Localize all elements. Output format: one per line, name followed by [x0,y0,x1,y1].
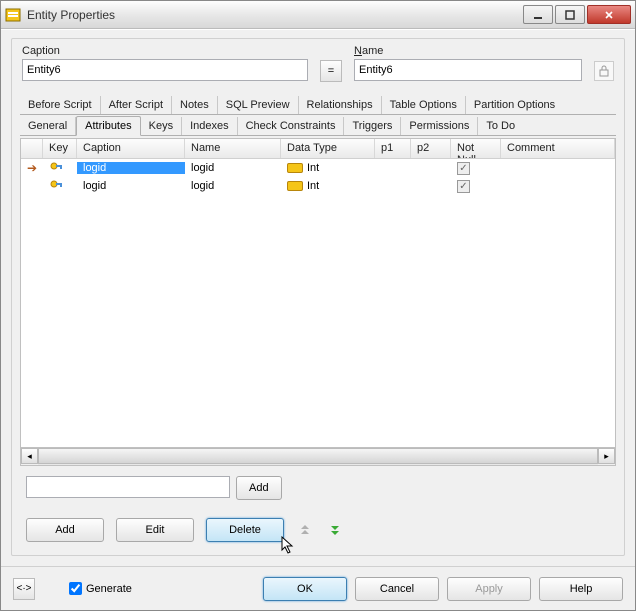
tab-sql-preview[interactable]: SQL Preview [218,96,299,114]
col-name[interactable]: Name [185,139,281,158]
tabs-area: Before ScriptAfter ScriptNotesSQL Previe… [20,94,616,136]
col-notnull[interactable]: Not Null [451,139,501,158]
tab-permissions[interactable]: Permissions [401,117,478,135]
scroll-thumb[interactable] [38,448,598,464]
caption-group: Caption [22,45,308,82]
scroll-right-button[interactable]: ▸ [598,448,615,464]
tab-to-do[interactable]: To Do [478,117,523,135]
caption-input[interactable] [22,59,308,81]
content-area: Caption = Name Before ScriptAfter Script… [1,29,635,610]
close-button[interactable] [587,5,631,24]
name-lock-button[interactable] [594,61,614,81]
delete-button[interactable]: Delete [206,518,284,542]
action-row: Add Edit Delete [26,518,610,542]
caption-name-row: Caption = Name [12,39,624,86]
caption-label: Caption [22,45,308,57]
grid-body[interactable]: ➔logidlogidInt✓logidlogidInt✓ [21,159,615,447]
add-button[interactable]: Add [26,518,104,542]
app-icon [5,7,21,23]
expand-button[interactable]: <·> [13,578,35,600]
maximize-button[interactable] [555,5,585,24]
key-icon [43,161,77,175]
col-p2[interactable]: p2 [411,139,451,158]
col-p1[interactable]: p1 [375,139,411,158]
move-down-button[interactable] [326,521,344,539]
attributes-grid: Key Caption Name Data Type p1 p2 Not Nul… [20,138,616,466]
tab-general[interactable]: General [20,117,76,135]
table-row[interactable]: ➔logidlogidInt✓ [21,159,615,177]
inline-add-input[interactable] [26,476,230,498]
titlebar[interactable]: Entity Properties [1,1,635,29]
cell-caption: logid [77,180,185,192]
grid-header: Key Caption Name Data Type p1 p2 Not Nul… [21,139,615,159]
dialog-window: Entity Properties Caption = Name [0,0,636,611]
col-caption[interactable]: Caption [77,139,185,158]
col-indicator[interactable] [21,139,43,158]
col-comment[interactable]: Comment [501,139,615,158]
apply-button[interactable]: Apply [447,577,531,601]
col-key[interactable]: Key [43,139,77,158]
tab-row-lower: GeneralAttributesKeysIndexesCheck Constr… [20,115,616,136]
cell-notnull: ✓ [451,162,501,175]
name-group: Name [354,45,582,82]
cancel-button[interactable]: Cancel [355,577,439,601]
cell-notnull: ✓ [451,180,501,193]
tab-attributes[interactable]: Attributes [76,116,140,136]
ok-button[interactable]: OK [263,577,347,601]
inner-panel: Caption = Name Before ScriptAfter Script… [11,38,625,556]
tab-after-script[interactable]: After Script [101,96,172,114]
generate-label: Generate [86,583,132,595]
cell-caption: logid [77,162,185,174]
cell-name: logid [185,162,281,174]
tab-row-upper: Before ScriptAfter ScriptNotesSQL Previe… [20,94,616,115]
tab-notes[interactable]: Notes [172,96,218,114]
move-up-button[interactable] [296,521,314,539]
generate-checkbox[interactable]: Generate [69,582,132,595]
inline-add-row: Add [26,476,610,500]
table-row[interactable]: logidlogidInt✓ [21,177,615,195]
help-button[interactable]: Help [539,577,623,601]
minimize-button[interactable] [523,5,553,24]
tab-table-options[interactable]: Table Options [382,96,466,114]
tab-check-constraints[interactable]: Check Constraints [238,117,345,135]
scroll-track[interactable] [38,448,598,465]
cell-name: logid [185,180,281,192]
tab-partition-options[interactable]: Partition Options [466,96,563,114]
name-label: Name [354,45,582,57]
sync-button[interactable]: = [320,60,342,82]
tab-before-script[interactable]: Before Script [20,96,101,114]
key-icon [43,179,77,193]
col-datatype[interactable]: Data Type [281,139,375,158]
cell-datatype: Int [281,180,375,192]
scroll-left-button[interactable]: ◂ [21,448,38,464]
tab-indexes[interactable]: Indexes [182,117,238,135]
row-indicator: ➔ [21,161,43,175]
tab-relationships[interactable]: Relationships [299,96,382,114]
window-title: Entity Properties [27,8,523,22]
generate-checkbox-input[interactable] [69,582,82,595]
tab-triggers[interactable]: Triggers [344,117,401,135]
inline-add-button[interactable]: Add [236,476,282,500]
edit-button[interactable]: Edit [116,518,194,542]
window-buttons [523,5,631,24]
cell-datatype: Int [281,162,375,174]
name-input[interactable] [354,59,582,81]
bottom-bar: <·> Generate OK Cancel Apply Help [1,566,635,610]
tab-keys[interactable]: Keys [141,117,182,135]
horizontal-scrollbar[interactable]: ◂ ▸ [21,447,615,465]
